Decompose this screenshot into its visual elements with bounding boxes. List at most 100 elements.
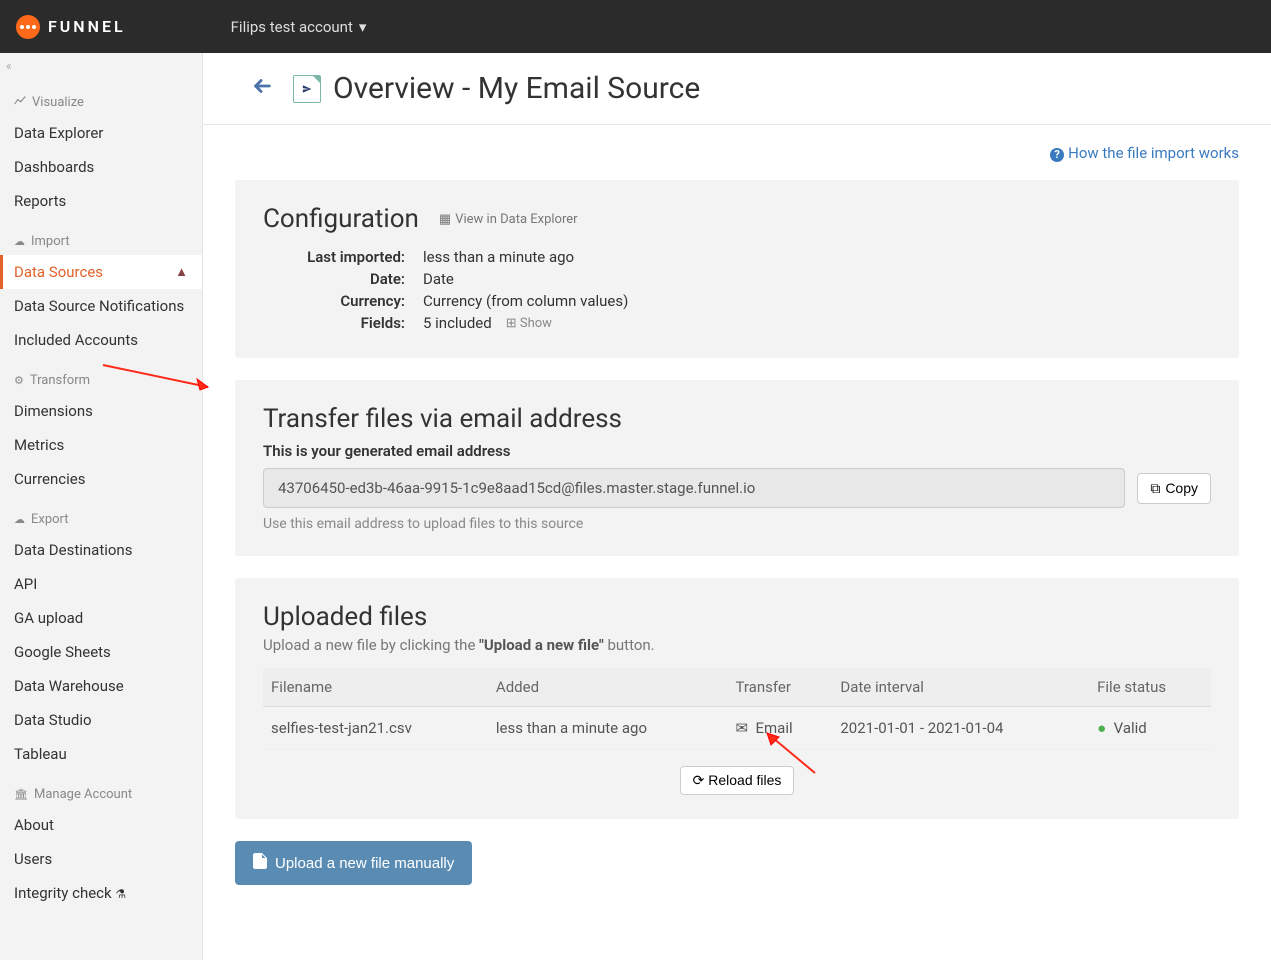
check-circle-icon: ● (1097, 719, 1106, 737)
account-switcher[interactable]: Filips test account ▾ (231, 18, 367, 36)
config-last-imported-value: less than a minute ago (423, 248, 574, 266)
sidebar-item-reports[interactable]: Reports (0, 184, 202, 218)
transfer-panel: Transfer files via email address This is… (235, 380, 1239, 556)
table-row[interactable]: selfies-test-jan21.csvless than a minute… (263, 707, 1211, 750)
section-icon: ⚙ (14, 374, 24, 387)
section-icon: ☁ (14, 513, 25, 526)
cell-transfer: ✉ Email (727, 707, 832, 750)
nav-section-import: ☁ Import (0, 226, 202, 255)
reload-files-button[interactable]: ⟳ Reload files (680, 766, 795, 795)
sidebar-item-dimensions[interactable]: Dimensions (0, 394, 202, 428)
config-date-value: Date (423, 270, 454, 288)
sidebar-item-metrics[interactable]: Metrics (0, 428, 202, 462)
flask-icon: ⚗ (115, 887, 126, 901)
sidebar-item-label: GA upload (14, 609, 83, 627)
sidebar-item-label: Users (14, 850, 52, 868)
sidebar-item-data-destinations[interactable]: Data Destinations (0, 533, 202, 567)
config-currency-label: Currency: (263, 292, 423, 310)
sidebar-item-label: Data Studio (14, 711, 92, 729)
sidebar-item-api[interactable]: API (0, 567, 202, 601)
reload-icon: ⟳ (693, 772, 705, 788)
top-bar: FUNNEL Filips test account ▾ (0, 0, 1271, 53)
sidebar-item-tableau[interactable]: Tableau (0, 737, 202, 771)
sidebar-item-label: API (14, 575, 37, 593)
sidebar-item-data-sources[interactable]: Data Sources ▲ (0, 255, 202, 289)
configuration-panel: Configuration ▦ View in Data Explorer La… (235, 180, 1239, 358)
sidebar-item-label: Dashboards (14, 158, 94, 176)
uploaded-files-panel: Uploaded files Upload a new file by clic… (235, 578, 1239, 819)
sidebar-item-label: Data Explorer (14, 124, 103, 142)
upload-new-file-button[interactable]: Upload a new file manually (235, 841, 472, 885)
cell-added: less than a minute ago (488, 707, 728, 750)
email-address-label: This is your generated email address (263, 442, 1211, 460)
sidebar-item-integrity-check[interactable]: Integrity check ⚗ (0, 876, 202, 910)
section-icon: ☁ (14, 235, 25, 248)
source-file-icon (293, 75, 321, 103)
envelope-icon: ✉ (735, 719, 748, 737)
sidebar-item-google-sheets[interactable]: Google Sheets (0, 635, 202, 669)
sidebar-item-label: Data Destinations (14, 541, 132, 559)
sidebar-item-included-accounts[interactable]: Included Accounts (0, 323, 202, 357)
config-last-imported-label: Last imported: (263, 248, 423, 266)
warning-icon: ▲ (175, 264, 188, 280)
cell-filename: selfies-test-jan21.csv (263, 707, 488, 750)
sidebar: « Visualize Data Explorer Dashboards Report… (0, 53, 203, 960)
sidebar-item-data-studio[interactable]: Data Studio (0, 703, 202, 737)
copy-button[interactable]: ⧉ Copy (1137, 473, 1211, 504)
nav-section-export: ☁ Export (0, 504, 202, 533)
page-header: Overview - My Email Source (203, 53, 1271, 125)
cell-interval: 2021-01-01 - 2021-01-04 (832, 707, 1089, 750)
sidebar-item-label: Currencies (14, 470, 86, 488)
config-date-label: Date: (263, 270, 423, 288)
sidebar-item-currencies[interactable]: Currencies (0, 462, 202, 496)
sidebar-item-label: Metrics (14, 436, 64, 454)
view-in-data-explorer-link[interactable]: ▦ View in Data Explorer (439, 212, 578, 227)
section-icon: 🏛 (14, 788, 28, 801)
sidebar-item-users[interactable]: Users (0, 842, 202, 876)
sidebar-item-data-source-notifications[interactable]: Data Source Notifications (0, 289, 202, 323)
config-fields-value: 5 included (423, 314, 492, 332)
sidebar-item-label: Reports (14, 192, 66, 210)
sidebar-item-label: Data Warehouse (14, 677, 124, 695)
email-hint: Use this email address to upload files t… (263, 516, 1211, 532)
uploaded-files-description: Upload a new file by clicking the "Uploa… (263, 636, 1211, 654)
sidebar-item-label: Tableau (14, 745, 67, 763)
sidebar-item-label: Google Sheets (14, 643, 111, 661)
how-import-works-link[interactable]: How the file import works (1050, 144, 1239, 162)
sidebar-item-data-explorer[interactable]: Data Explorer (0, 116, 202, 150)
sidebar-item-about[interactable]: About (0, 808, 202, 842)
sidebar-item-dashboards[interactable]: Dashboards (0, 150, 202, 184)
collapse-sidebar-icon[interactable]: « (6, 59, 12, 73)
uploaded-files-title: Uploaded files (263, 602, 1211, 632)
brand-text: FUNNEL (48, 17, 126, 36)
logo-icon (16, 15, 40, 39)
section-icon (14, 95, 26, 110)
caret-down-icon: ▾ (359, 18, 367, 36)
generated-email-field[interactable]: 43706450-ed3b-46aa-9915-1c9e8aad15cd@fil… (263, 468, 1125, 508)
file-icon (253, 853, 267, 873)
help-link-row: How the file import works (235, 125, 1239, 180)
sidebar-item-label: Included Accounts (14, 331, 138, 349)
back-arrow-button[interactable] (251, 75, 273, 103)
cell-status: ● Valid (1089, 707, 1211, 750)
config-currency-value: Currency (from column values) (423, 292, 628, 310)
col-status: File status (1089, 668, 1211, 707)
sidebar-item-data-warehouse[interactable]: Data Warehouse (0, 669, 202, 703)
page-title: Overview - My Email Source (333, 71, 700, 106)
grid-icon: ▦ (439, 212, 451, 227)
sidebar-item-label: About (14, 816, 54, 834)
config-fields-label: Fields: (263, 314, 423, 332)
sidebar-item-label: Data Source Notifications (14, 297, 184, 315)
brand-logo: FUNNEL (16, 15, 126, 39)
col-transfer: Transfer (727, 668, 832, 707)
sidebar-item-label: Data Sources (14, 263, 103, 281)
nav-section-transform: ⚙ Transform (0, 365, 202, 394)
col-interval: Date interval (832, 668, 1089, 707)
account-name: Filips test account (231, 18, 353, 36)
sidebar-item-ga-upload[interactable]: GA upload (0, 601, 202, 635)
show-fields-toggle[interactable]: ⊞ Show (506, 316, 552, 331)
nav-section-manage-account: 🏛 Manage Account (0, 779, 202, 808)
nav-section-visualize: Visualize (0, 87, 202, 116)
sidebar-item-label: Integrity check ⚗ (14, 884, 126, 902)
plus-icon: ⊞ (506, 316, 517, 331)
